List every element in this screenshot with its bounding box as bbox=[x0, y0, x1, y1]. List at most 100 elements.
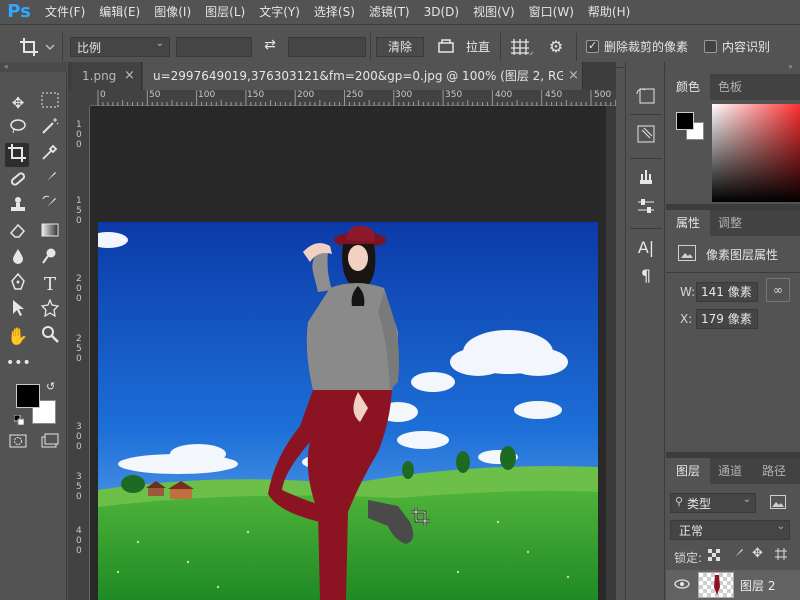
menu-filter[interactable]: 滤镜(T) bbox=[362, 0, 417, 24]
ruler-label: 1 0 0 bbox=[76, 120, 82, 150]
eyedropper-tool-icon[interactable] bbox=[38, 143, 62, 167]
marquee-tool-icon[interactable] bbox=[38, 91, 62, 115]
type-tool-icon[interactable]: T bbox=[38, 273, 62, 297]
menu-file[interactable]: 文件(F) bbox=[38, 0, 92, 24]
move-tool-icon[interactable]: ✥ bbox=[6, 91, 30, 115]
layer-filter-select[interactable]: ⚲ 类型 ⌄ bbox=[670, 493, 756, 513]
ruler-label: 3 0 0 bbox=[76, 422, 82, 452]
collapse-panels-icon[interactable]: » bbox=[788, 62, 793, 71]
menu-window[interactable]: 窗口(W) bbox=[522, 0, 581, 24]
swap-colors-icon[interactable]: ↺ bbox=[46, 380, 55, 393]
tab-1-png[interactable]: 1.png × bbox=[72, 62, 142, 90]
menu-3d[interactable]: 3D(D) bbox=[417, 0, 466, 24]
history-brush-tool-icon[interactable] bbox=[38, 195, 62, 219]
grid-overlay-icon[interactable] bbox=[510, 37, 534, 57]
custom-shape-tool-icon[interactable] bbox=[38, 298, 62, 323]
lock-pixels-icon[interactable] bbox=[730, 547, 744, 561]
history-panel-icon[interactable] bbox=[634, 86, 658, 110]
tab-properties[interactable]: 属性 bbox=[666, 210, 711, 236]
character-panel-icon[interactable]: A| bbox=[634, 236, 658, 260]
eraser-tool-icon[interactable] bbox=[6, 221, 30, 245]
vertical-scrollbar[interactable] bbox=[606, 106, 616, 600]
crop-tool-preset-icon[interactable] bbox=[18, 36, 58, 58]
ruler-label: 50 bbox=[149, 90, 161, 100]
lock-position-icon[interactable]: ✥ bbox=[752, 546, 763, 561]
filter-pixel-icon[interactable] bbox=[770, 495, 786, 509]
path-selection-tool-icon[interactable] bbox=[6, 299, 30, 323]
dodge-tool-icon[interactable] bbox=[38, 247, 62, 271]
link-dimensions-icon[interactable]: ∞ bbox=[766, 278, 790, 302]
brushes-panel-icon[interactable] bbox=[634, 166, 658, 190]
eye-icon[interactable] bbox=[674, 576, 690, 592]
tab-channels[interactable]: 通道 bbox=[708, 458, 752, 484]
tab-label: u=2997649019,376303121&fm=200&gp=0.jpg @… bbox=[153, 69, 563, 83]
menu-help[interactable]: 帮助(H) bbox=[581, 0, 637, 24]
ruler-label: 300 bbox=[395, 90, 413, 100]
color-picker-field[interactable] bbox=[712, 104, 800, 202]
collapse-toolbar-icon[interactable]: « bbox=[0, 62, 67, 72]
tab-paths[interactable]: 路径 bbox=[752, 458, 796, 484]
width-field[interactable]: 141 像素 bbox=[696, 282, 758, 302]
straighten-icon[interactable] bbox=[436, 37, 456, 57]
menu-type[interactable]: 文字(Y) bbox=[252, 0, 307, 24]
delete-cropped-checkbox[interactable] bbox=[586, 39, 599, 53]
magic-wand-tool-icon[interactable] bbox=[38, 117, 62, 141]
foreground-color-swatch[interactable] bbox=[16, 384, 40, 408]
screen-mode-icon[interactable] bbox=[38, 432, 62, 456]
lock-artboard-icon[interactable] bbox=[774, 547, 788, 561]
swap-icon[interactable]: ⇄ bbox=[260, 37, 280, 57]
menu-image[interactable]: 图像(I) bbox=[147, 0, 198, 24]
pen-tool-icon[interactable] bbox=[6, 272, 30, 297]
chevron-down-icon: ⌄ bbox=[742, 494, 751, 505]
panel-fg-color-swatch[interactable] bbox=[676, 112, 694, 130]
more-tools-icon[interactable]: ••• bbox=[6, 351, 31, 375]
menu-edit[interactable]: 编辑(E) bbox=[92, 0, 147, 24]
canvas-image[interactable] bbox=[98, 222, 598, 600]
tab-swatches[interactable]: 色板 bbox=[708, 74, 752, 100]
ruler-label: 350 bbox=[445, 90, 463, 100]
hand-tool-icon[interactable]: ✋ bbox=[6, 325, 30, 349]
ratio-height-input[interactable] bbox=[288, 37, 366, 57]
vertical-ruler[interactable]: 1 0 0 1 5 0 2 0 0 2 5 0 3 0 0 3 5 0 4 0 … bbox=[68, 106, 90, 600]
gear-icon[interactable]: ⚙ bbox=[546, 37, 566, 57]
lock-transparent-icon[interactable] bbox=[708, 549, 720, 561]
gradient-tool-icon[interactable] bbox=[38, 221, 62, 245]
horizontal-ruler[interactable]: 0 50 100 150 200 250 300 350 400 450 500 bbox=[90, 90, 616, 106]
healing-brush-tool-icon[interactable] bbox=[6, 169, 30, 193]
quick-mask-icon[interactable] bbox=[6, 432, 30, 456]
content-aware-label[interactable]: 内容识别 bbox=[722, 37, 770, 57]
x-label: X: bbox=[680, 312, 693, 326]
menu-layer[interactable]: 图层(L) bbox=[198, 0, 252, 24]
x-position-field[interactable]: 179 像素 bbox=[696, 309, 758, 329]
tab-color[interactable]: 颜色 bbox=[666, 74, 711, 100]
lasso-tool-icon[interactable] bbox=[6, 117, 30, 141]
content-aware-checkbox[interactable] bbox=[704, 40, 717, 53]
tab-adjustments[interactable]: 调整 bbox=[708, 210, 752, 236]
delete-cropped-label[interactable]: 删除裁剪的像素 bbox=[604, 37, 688, 57]
crop-tool-icon[interactable] bbox=[5, 143, 29, 167]
adjust-sliders-icon[interactable] bbox=[634, 196, 658, 220]
menu-select[interactable]: 选择(S) bbox=[307, 0, 362, 24]
clear-button[interactable]: 清除 bbox=[376, 37, 424, 57]
panel-icon-strip: A| ¶ bbox=[625, 62, 665, 600]
close-icon[interactable]: × bbox=[568, 62, 579, 90]
menu-view[interactable]: 视图(V) bbox=[466, 0, 522, 24]
zoom-tool-icon[interactable] bbox=[38, 325, 62, 349]
blend-mode-select[interactable]: 正常 ⌄ bbox=[670, 520, 790, 540]
blur-tool-icon[interactable] bbox=[6, 247, 30, 271]
ruler-label: 2 0 0 bbox=[76, 274, 82, 304]
brush-tool-icon[interactable] bbox=[38, 169, 62, 193]
paragraph-panel-icon[interactable]: ¶ bbox=[634, 264, 658, 288]
tab-layers[interactable]: 图层 bbox=[666, 458, 711, 484]
ruler-corner bbox=[68, 90, 90, 106]
ratio-width-input[interactable] bbox=[176, 37, 252, 57]
straighten-label[interactable]: 拉直 bbox=[466, 37, 490, 57]
default-colors-icon[interactable] bbox=[13, 414, 25, 426]
styles-panel-icon[interactable] bbox=[634, 124, 658, 148]
layer-row[interactable]: 图层 2 bbox=[666, 570, 800, 600]
layer-name[interactable]: 图层 2 bbox=[740, 577, 775, 594]
clone-stamp-tool-icon[interactable] bbox=[6, 195, 30, 219]
close-icon[interactable]: × bbox=[124, 62, 135, 90]
tab-active-document[interactable]: u=2997649019,376303121&fm=200&gp=0.jpg @… bbox=[143, 62, 583, 90]
ratio-select[interactable]: 比例 ⌄ bbox=[70, 37, 170, 57]
